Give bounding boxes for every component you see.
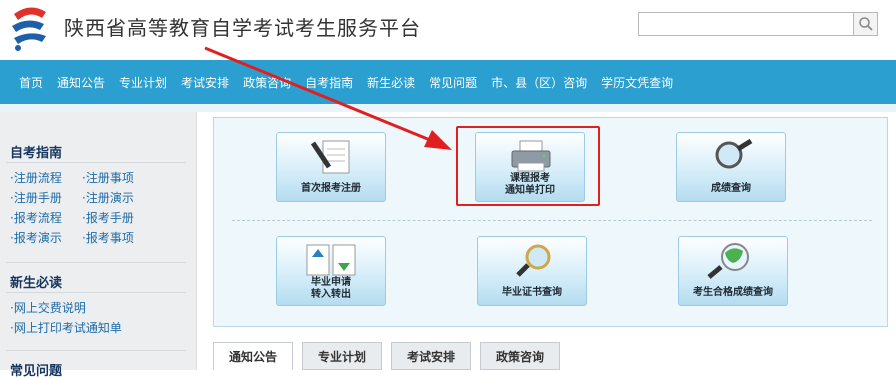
nav-subbar	[0, 104, 896, 112]
sidebar-link-apply-notes[interactable]: ·报考事项	[82, 230, 162, 246]
nav-item-policy[interactable]: 政策咨询	[236, 74, 298, 91]
search-icon	[858, 17, 873, 31]
pass-score-query-button[interactable]: 考生合格成绩查询	[678, 236, 788, 306]
score-query-button[interactable]: 成绩查询	[676, 132, 786, 202]
search-input[interactable]	[638, 12, 854, 36]
sidebar-link-print-admission[interactable]: ·网上打印考试通知单	[10, 320, 122, 336]
sidebar-link-apply-flow[interactable]: ·报考流程	[10, 210, 82, 226]
sidebar-link-register-notes[interactable]: ·注册事项	[82, 170, 162, 186]
panel-divider	[232, 220, 872, 221]
main-nav: 首页 通知公告 专业计划 考试安排 政策咨询 自考指南 新生必读 常见问题 市、…	[0, 60, 896, 104]
sidebar-heading-freshman: 新生必读	[10, 276, 63, 291]
transfer-arrows-icon	[306, 244, 356, 276]
first-register-button[interactable]: 首次报考注册	[276, 132, 386, 202]
sidebar-divider	[6, 350, 186, 351]
tile-label: 毕业申请 转入转出	[277, 277, 385, 301]
tile-label: 考生合格成绩查询	[693, 287, 773, 298]
sidebar-link-register-demo[interactable]: ·注册演示	[82, 190, 162, 206]
sidebar-link-apply-manual[interactable]: ·报考手册	[82, 210, 162, 226]
globe-magnifier-icon	[707, 243, 749, 279]
tile-label: 毕业证书查询	[502, 287, 562, 298]
sidebar-link-register-flow[interactable]: ·注册流程	[10, 170, 82, 186]
tab-policy[interactable]: 政策咨询	[480, 342, 560, 370]
sidebar-divider	[6, 162, 186, 163]
tab-notices[interactable]: 通知公告	[213, 342, 293, 370]
nav-item-guide[interactable]: 自考指南	[298, 74, 360, 91]
magnifier-icon	[516, 244, 551, 277]
sidebar-divider	[6, 262, 186, 263]
certificate-query-button[interactable]: 毕业证书查询	[477, 236, 587, 306]
magnifier-icon	[715, 138, 753, 169]
nav-item-exam-schedule[interactable]: 考试安排	[174, 74, 236, 91]
nav-item-notices[interactable]: 通知公告	[50, 74, 112, 91]
logo-icon	[12, 7, 46, 51]
sidebar-guide-links: ·注册流程 ·注册事项 ·注册手册 ·注册演示 ·报考流程 ·报考手册 ·报考演…	[10, 170, 162, 246]
site-title: 陕西省高等教育自学考试考生服务平台	[64, 16, 421, 40]
sidebar: 自考指南 ·注册流程 ·注册事项 ·注册手册 ·注册演示 ·报考流程 ·报考手册…	[0, 112, 197, 379]
sidebar-link-register-manual[interactable]: ·注册手册	[10, 190, 82, 206]
nav-item-local-consult[interactable]: 市、县（区）咨询	[484, 74, 594, 91]
sidebar-link-apply-demo[interactable]: ·报考演示	[10, 230, 82, 246]
header: 陕西省高等教育自学考试考生服务平台	[0, 0, 896, 60]
sidebar-heading-guide: 自考指南	[10, 146, 63, 161]
tab-exam-schedule[interactable]: 考试安排	[391, 342, 471, 370]
content-tabs: 通知公告 专业计划 考试安排 政策咨询	[213, 342, 569, 370]
tile-label-line: 毕业申请	[311, 277, 351, 288]
sidebar-freshman-links: ·网上交费说明 ·网上打印考试通知单	[10, 300, 122, 340]
search-button[interactable]	[854, 12, 878, 36]
nav-item-diploma-query[interactable]: 学历文凭查询	[594, 74, 680, 91]
tile-label: 成绩查询	[711, 183, 751, 194]
sidebar-divider	[6, 292, 186, 293]
sidebar-link-online-payment[interactable]: ·网上交费说明	[10, 300, 122, 316]
tab-plans[interactable]: 专业计划	[302, 342, 382, 370]
nav-item-faq[interactable]: 常见问题	[422, 74, 484, 91]
nav-item-home[interactable]: 首页	[12, 74, 50, 91]
nav-item-plans[interactable]: 专业计划	[112, 74, 174, 91]
highlight-box	[456, 126, 600, 206]
document-pen-icon	[310, 140, 350, 174]
nav-item-freshman[interactable]: 新生必读	[360, 74, 422, 91]
tile-label-line: 转入转出	[311, 289, 351, 300]
graduation-transfer-button[interactable]: 毕业申请 转入转出	[276, 236, 386, 306]
tile-label: 首次报考注册	[301, 183, 361, 194]
